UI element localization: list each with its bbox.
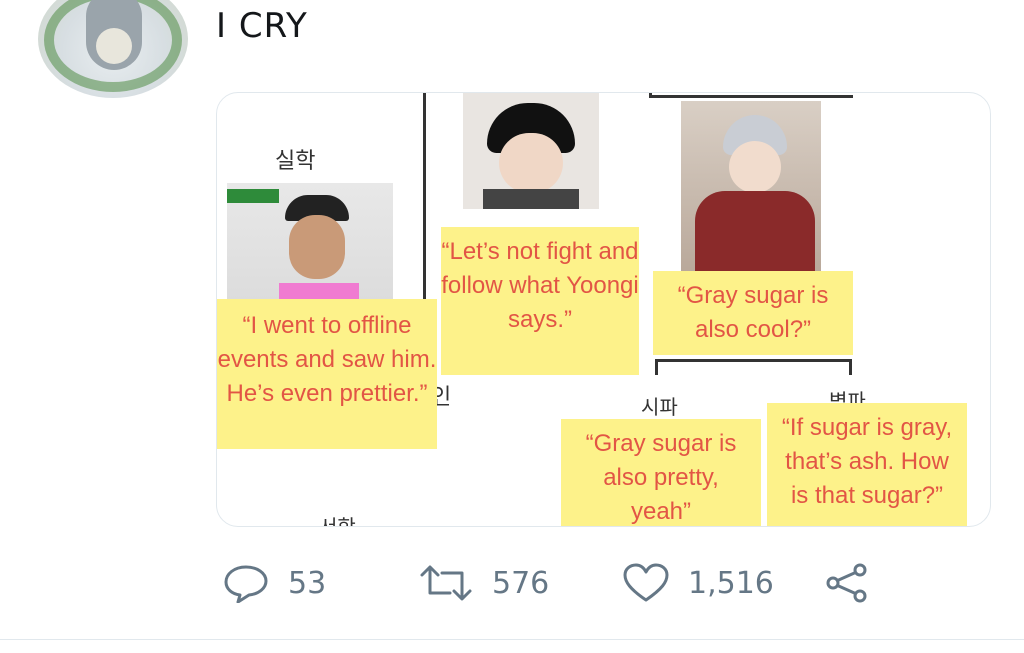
tweet-media-image[interactable]: 실학 인 시파 벽파 서학 “I went to offline events … xyxy=(216,92,991,527)
heart-icon xyxy=(622,563,670,603)
divider xyxy=(0,639,1024,640)
reply-icon xyxy=(222,563,270,604)
photo-person-gray-hair xyxy=(681,101,821,273)
like-count: 1,516 xyxy=(688,565,774,601)
note-follow-yoongi: “Let’s not fight and follow what Yoongi … xyxy=(441,227,639,375)
like-button[interactable]: 1,516 xyxy=(622,563,774,603)
reply-count: 53 xyxy=(288,565,327,601)
share-icon xyxy=(824,563,870,603)
note-ash-sugar: “If sugar is gray, that’s ash. How is th… xyxy=(767,403,967,526)
tree-line xyxy=(655,359,851,362)
label-sipa: 시파 xyxy=(641,395,678,419)
avatar[interactable] xyxy=(38,0,188,98)
share-button[interactable] xyxy=(824,563,870,603)
reply-button[interactable]: 53 xyxy=(222,563,327,604)
label-silhak: 실학 xyxy=(275,149,316,174)
tweet-actions: 53 576 1,516 xyxy=(0,563,1024,604)
photo-person-dark-hair xyxy=(463,93,599,209)
totoro-belly xyxy=(96,28,132,64)
note-offline-events: “I went to offline events and saw him. H… xyxy=(217,299,437,449)
tweet-text: I CRY xyxy=(216,6,308,46)
retweet-button[interactable]: 576 xyxy=(418,563,549,603)
tree-line xyxy=(849,359,852,375)
tree-line xyxy=(649,95,853,98)
photo-person-cap xyxy=(227,183,393,303)
note-gray-sugar-pretty: “Gray sugar is also pretty, yeah” xyxy=(561,419,761,526)
retweet-count: 576 xyxy=(492,565,550,601)
note-gray-sugar-cool: “Gray sugar is also cool?” xyxy=(653,271,853,355)
tree-line xyxy=(655,359,658,375)
label-seohak: 서학 xyxy=(319,515,356,527)
retweet-icon xyxy=(418,563,474,603)
